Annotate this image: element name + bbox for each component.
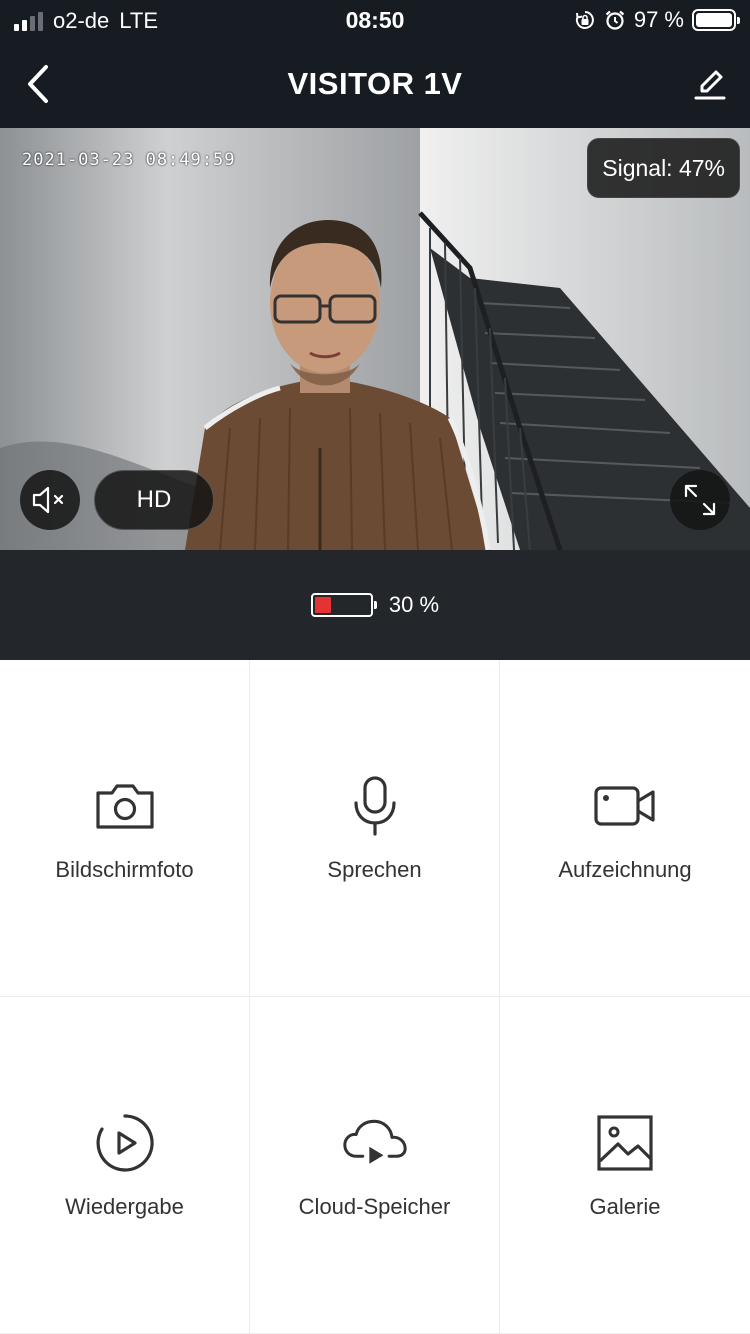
cloud-storage-button[interactable]: Cloud-Speicher (250, 997, 500, 1334)
signal-strength-badge: Signal: 47% (587, 138, 740, 198)
device-battery-bar: 30 % (0, 550, 750, 660)
battery-percent-label: 97 % (633, 7, 684, 32)
expand-icon (684, 484, 716, 516)
playback-button[interactable]: Wiedergabe (0, 997, 250, 1334)
page-title: VISITOR 1V (287, 66, 463, 101)
nav-bar: VISITOR 1V (0, 40, 750, 128)
alarm-icon (605, 10, 625, 30)
video-timestamp: 2021-03-23 08:49:59 (22, 150, 236, 170)
record-button[interactable]: Aufzeichnung (500, 660, 750, 997)
device-battery-icon (310, 593, 377, 617)
microphone-icon (353, 776, 396, 836)
action-label: Sprechen (327, 857, 422, 882)
gallery-button[interactable]: Galerie (500, 997, 750, 1334)
rotation-lock-icon (575, 11, 594, 29)
fullscreen-button[interactable] (670, 470, 730, 530)
status-bar: o2-de LTE 08:50 97 % (0, 0, 750, 40)
mute-button[interactable] (20, 470, 80, 530)
pencil-icon (694, 70, 726, 100)
status-right: 97 % (574, 7, 740, 33)
cloud-play-icon (342, 1119, 407, 1164)
live-video-feed[interactable]: 2021-03-23 08:49:59 Signal: 47% HD (0, 128, 750, 550)
edit-button[interactable] (686, 60, 734, 108)
camera-icon (95, 784, 154, 829)
action-label: Cloud-Speicher (298, 1194, 451, 1219)
device-battery-level (314, 597, 332, 613)
talk-button[interactable]: Sprechen (250, 660, 500, 997)
device-battery-label: 30 % (388, 592, 440, 617)
action-label: Wiedergabe (65, 1194, 184, 1219)
screenshot-button[interactable]: Bildschirmfoto (0, 660, 250, 997)
action-label: Galerie (589, 1194, 661, 1219)
playback-icon (96, 1114, 154, 1172)
gallery-icon (597, 1115, 653, 1171)
action-label: Bildschirmfoto (55, 857, 194, 882)
video-camera-icon (594, 786, 655, 826)
speaker-muted-icon (32, 486, 64, 514)
battery-icon (692, 9, 740, 31)
quality-toggle-button[interactable]: HD (94, 470, 214, 530)
action-label: Aufzeichnung (558, 857, 692, 882)
action-grid: Bildschirmfoto Sprechen Aufzeichnung Wie… (0, 660, 750, 1334)
